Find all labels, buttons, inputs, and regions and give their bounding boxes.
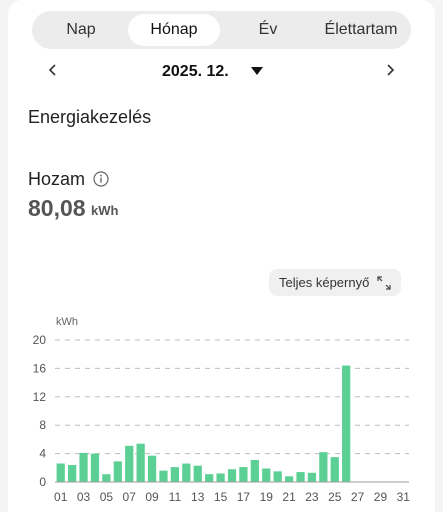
bar-day-02 bbox=[68, 464, 77, 482]
x-tick-label: 13 bbox=[191, 490, 205, 504]
x-tick-label: 05 bbox=[100, 490, 114, 504]
bar-day-16 bbox=[227, 469, 237, 482]
bar-day-08 bbox=[136, 443, 145, 482]
x-tick-label: 19 bbox=[260, 490, 274, 504]
bar-day-26 bbox=[342, 365, 351, 482]
x-tick-label: 27 bbox=[351, 490, 365, 504]
caret-down-icon[interactable] bbox=[251, 67, 263, 75]
x-tick-label: 03 bbox=[77, 490, 91, 504]
y-tick-label: 0 bbox=[39, 475, 46, 489]
bar-day-22 bbox=[296, 472, 305, 482]
bar-day-06 bbox=[113, 461, 122, 482]
x-tick-label: 25 bbox=[328, 490, 342, 504]
date-navigator: 2025. 12. bbox=[0, 56, 443, 86]
bar-day-09 bbox=[147, 455, 157, 482]
bar-day-03 bbox=[79, 452, 88, 482]
x-tick-label: 09 bbox=[145, 490, 159, 504]
yield-label: Hozam bbox=[28, 169, 86, 189]
y-tick-label: 8 bbox=[39, 418, 46, 432]
bar-day-04 bbox=[90, 453, 100, 482]
section-title: Energiakezelés bbox=[28, 107, 152, 127]
x-tick-label: 07 bbox=[123, 490, 137, 504]
tab-honap[interactable]: Hónap bbox=[128, 14, 220, 46]
fullscreen-label: Teljes képernyő bbox=[279, 275, 370, 290]
bar-day-10 bbox=[159, 470, 168, 482]
expand-icon bbox=[377, 276, 391, 290]
y-tick-label: 16 bbox=[33, 361, 47, 375]
bar-day-14 bbox=[205, 474, 214, 482]
chevron-left-icon[interactable] bbox=[41, 56, 65, 84]
y-tick-label: 20 bbox=[33, 333, 47, 347]
bar-day-17 bbox=[239, 467, 248, 482]
bar-day-15 bbox=[216, 473, 225, 482]
bar-day-07 bbox=[125, 445, 134, 482]
x-tick-label: 11 bbox=[169, 490, 182, 504]
tab-ev[interactable]: Év bbox=[222, 14, 314, 46]
date-label[interactable]: 2025. 12. bbox=[162, 60, 229, 84]
fullscreen-button[interactable]: Teljes képernyő bbox=[269, 269, 401, 296]
info-icon[interactable] bbox=[93, 171, 109, 187]
x-tick-label: 21 bbox=[282, 490, 296, 504]
period-tabs: Nap Hónap Év Élettartam bbox=[32, 11, 411, 49]
bar-day-12 bbox=[182, 463, 191, 482]
yield-bar-chart: kWh 0 4 8 12 16 20 01 03 05 07 09 11 13 15 17 19 21 23 25 27… bbox=[33, 316, 411, 504]
x-tick-label: 17 bbox=[237, 490, 251, 504]
x-tick-label: 15 bbox=[214, 490, 228, 504]
bar-day-24 bbox=[319, 452, 328, 482]
x-tick-label: 23 bbox=[305, 490, 319, 504]
y-tick-label: 4 bbox=[39, 447, 46, 461]
bar-day-21 bbox=[284, 476, 294, 482]
yield-value: 80,08 bbox=[28, 195, 86, 221]
bar-day-11 bbox=[170, 467, 180, 482]
tab-elettartam[interactable]: Élettartam bbox=[312, 14, 410, 46]
x-tick-label: 01 bbox=[54, 490, 68, 504]
chevron-right-icon[interactable] bbox=[378, 56, 402, 84]
y-axis-unit-label: kWh bbox=[56, 316, 78, 328]
x-tick-label: 31 bbox=[397, 490, 411, 504]
y-tick-label: 12 bbox=[33, 390, 47, 404]
bar-day-23 bbox=[307, 472, 317, 482]
bar-day-25 bbox=[330, 457, 339, 482]
bar-day-05 bbox=[102, 474, 111, 482]
yield-unit: kWh bbox=[91, 203, 119, 218]
bar-day-20 bbox=[273, 471, 282, 482]
tab-nap[interactable]: Nap bbox=[36, 14, 126, 46]
x-tick-label: 29 bbox=[374, 490, 388, 504]
bar-day-01 bbox=[56, 463, 65, 482]
bar-day-18 bbox=[250, 459, 259, 482]
bar-day-19 bbox=[262, 468, 271, 482]
bar-day-13 bbox=[193, 465, 202, 482]
